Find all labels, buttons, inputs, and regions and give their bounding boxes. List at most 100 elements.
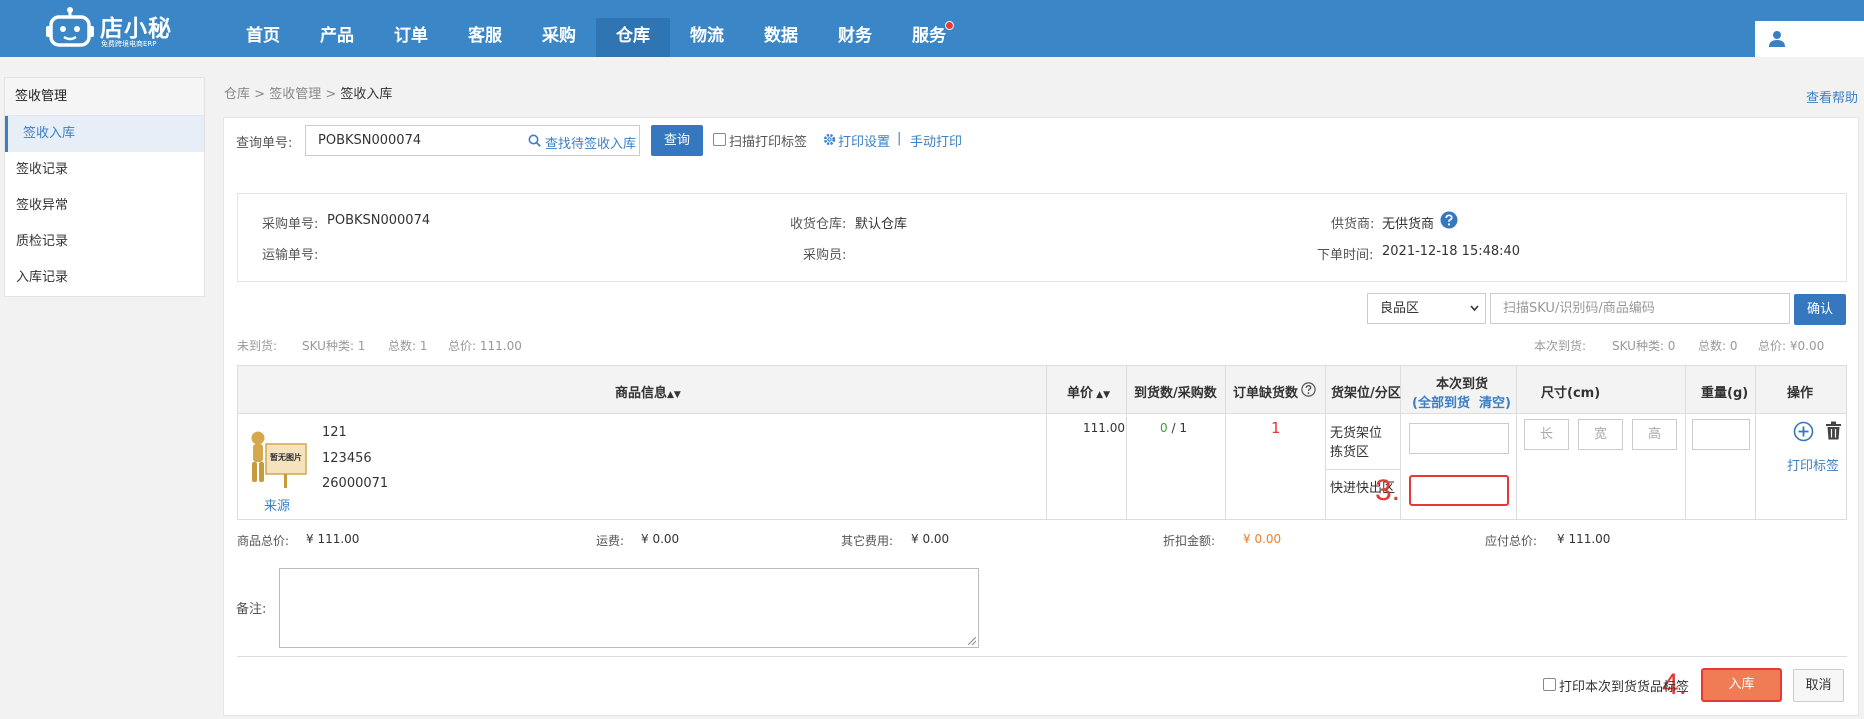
print-label-link[interactable]: 打印标签 (1787, 455, 1839, 474)
arrived-purchased: 0 / 1 (1160, 421, 1187, 435)
po-number-value: POBKSN000074 (327, 213, 431, 228)
main-nav: 首页 产品 订单 客服 采购 仓库 物流 数据 财务 服务 (226, 18, 966, 57)
user-icon (1769, 31, 1785, 47)
purchased-count: 1 (1179, 421, 1187, 435)
step-3-annotation: 3. (1375, 474, 1401, 507)
breadcrumb: 仓库 > 签收管理 > 签收入库 (224, 83, 392, 102)
app-name: 店小秘 (100, 16, 172, 42)
breadcrumb-sep: > (321, 87, 341, 102)
th-product-info[interactable]: 商品信息▲▼ (615, 382, 681, 401)
payable-value: ¥ 111.00 (1557, 532, 1611, 546)
gear-icon (823, 133, 836, 146)
height-input[interactable]: 高 (1632, 419, 1677, 450)
app-subtitle: 免费跨境电商ERP (101, 40, 157, 48)
sort-icon: ▲▼ (1093, 390, 1110, 400)
current-arrival-input-2[interactable] (1409, 475, 1509, 506)
nav-orders[interactable]: 订单 (374, 18, 448, 57)
nav-products[interactable]: 产品 (300, 18, 374, 57)
find-pending-link[interactable]: 查找待签收入库 (545, 133, 636, 152)
divider (237, 656, 1847, 657)
breadcrumb-sign-management[interactable]: 签收管理 (269, 87, 321, 102)
product-code: 26000071 (322, 476, 389, 491)
source-link[interactable]: 来源 (264, 495, 290, 514)
sidebar-item-sign-inbound[interactable]: 签收入库 (5, 116, 204, 152)
th-shortage-label: 订单缺货数 (1233, 386, 1299, 401)
all-arrived-link[interactable]: 全部到货 (1418, 396, 1470, 411)
freight-label: 运费: (596, 534, 625, 548)
other-fees-value: ¥ 0.00 (911, 532, 950, 546)
length-input[interactable]: 长 (1524, 419, 1569, 450)
user-menu[interactable] (1755, 21, 1864, 57)
confirm-button[interactable]: 确认 (1794, 294, 1846, 325)
sidebar-item-sign-records[interactable]: 签收记录 (5, 152, 204, 188)
current-arrival-input-1[interactable] (1409, 423, 1509, 454)
summary-not-arrived-total: 总数: 1 (388, 339, 428, 353)
notification-dot (945, 21, 954, 30)
th-arrived-purchased: 到货数/采购数 (1134, 386, 1217, 401)
th-weight: 重量(g) (1701, 386, 1749, 401)
sidebar-item-sign-exceptions[interactable]: 签收异常 (5, 188, 204, 224)
discount-value: ¥ 0.00 (1243, 532, 1282, 546)
robot-logo-icon (46, 7, 94, 47)
nav-purchasing[interactable]: 采购 (522, 18, 596, 57)
th-shelf-zone: 货架位/分区 (1331, 386, 1401, 401)
th-shortage: 订单缺货数 (1233, 382, 1298, 401)
other-fees-label: 其它费用: (841, 534, 894, 548)
breadcrumb-warehouse[interactable]: 仓库 (224, 87, 250, 102)
app-logo[interactable]: 店小秘 免费跨境电商ERP (46, 6, 176, 50)
unit-price: 111.00 (1083, 421, 1125, 435)
manual-print-link[interactable]: 手动打印 (910, 131, 962, 150)
sidebar-item-inbound-records[interactable]: 入库记录 (5, 260, 204, 296)
warehouse-value: 默认仓库 (855, 217, 908, 232)
top-navbar: 店小秘 免费跨境电商ERP 首页 产品 订单 客服 采购 仓库 物流 数据 财务… (0, 0, 1864, 57)
cancel-button[interactable]: 取消 (1793, 669, 1844, 702)
add-circle-icon[interactable] (1793, 421, 1814, 442)
width-input[interactable]: 宽 (1578, 419, 1623, 450)
remark-textarea[interactable] (279, 568, 979, 648)
nav-warehouse[interactable]: 仓库 (596, 18, 670, 57)
print-arrival-labels-checkbox[interactable] (1543, 678, 1556, 691)
warehouse-label: 收货仓库: (790, 217, 847, 232)
th-product-info-label: 商品信息 (615, 386, 668, 401)
order-time-value: 2021-12-18 15:48:40 (1382, 244, 1521, 259)
sidebar-item-qc-records[interactable]: 质检记录 (5, 224, 204, 260)
summary-not-arrived-sku: SKU种类: 1 (302, 339, 366, 353)
trash-icon[interactable] (1825, 421, 1842, 440)
query-label: 查询单号: (236, 136, 293, 151)
breadcrumb-sep: > (250, 87, 270, 102)
nav-finance[interactable]: 财务 (818, 18, 892, 57)
print-arrival-labels-label: 打印本次到货货品标签 (1559, 680, 1690, 695)
order-info-box (237, 193, 1847, 282)
query-button[interactable]: 查询 (651, 125, 703, 156)
scan-print-label: 扫描打印标签 (729, 135, 808, 150)
freight-value: ¥ 0.00 (641, 532, 680, 546)
summary-current-total: 总数: 0 (1698, 339, 1738, 353)
clear-link[interactable]: 清空 (1479, 396, 1505, 411)
question-icon[interactable] (1301, 382, 1316, 397)
nav-logistics[interactable]: 物流 (670, 18, 744, 57)
slash: / (1167, 421, 1180, 435)
supplier-label: 供货商: (1331, 217, 1375, 232)
weight-input[interactable] (1692, 419, 1750, 450)
nav-data[interactable]: 数据 (744, 18, 818, 57)
nav-services[interactable]: 服务 (892, 18, 966, 57)
nav-customer-service[interactable]: 客服 (448, 18, 522, 57)
payable-label: 应付总价: (1485, 534, 1538, 548)
th-unit-price[interactable]: 单价 ▲▼ (1067, 382, 1110, 401)
shortage-count: 1 (1271, 419, 1281, 437)
discount-label: 折扣金额: (1163, 534, 1216, 548)
inbound-button[interactable]: 入库 (1701, 668, 1782, 702)
help-link[interactable]: 查看帮助 (1806, 87, 1858, 106)
scan-sku-input[interactable]: 扫描SKU/识别码/商品编码 (1490, 293, 1790, 324)
arrived-count: 0 (1160, 421, 1168, 435)
link-divider: | (897, 131, 902, 146)
resize-handle-icon[interactable] (968, 637, 976, 645)
summary-current-label: 本次到货: (1534, 339, 1587, 353)
remark-label: 备注: (236, 602, 267, 617)
zone-select[interactable]: 良品区 (1367, 293, 1486, 324)
print-settings-link[interactable]: 打印设置 (838, 131, 890, 150)
summary-not-arrived-price: 总价: 111.00 (448, 339, 522, 353)
help-circle-icon[interactable] (1440, 211, 1458, 229)
scan-print-checkbox[interactable] (713, 133, 726, 146)
nav-home[interactable]: 首页 (226, 18, 300, 57)
